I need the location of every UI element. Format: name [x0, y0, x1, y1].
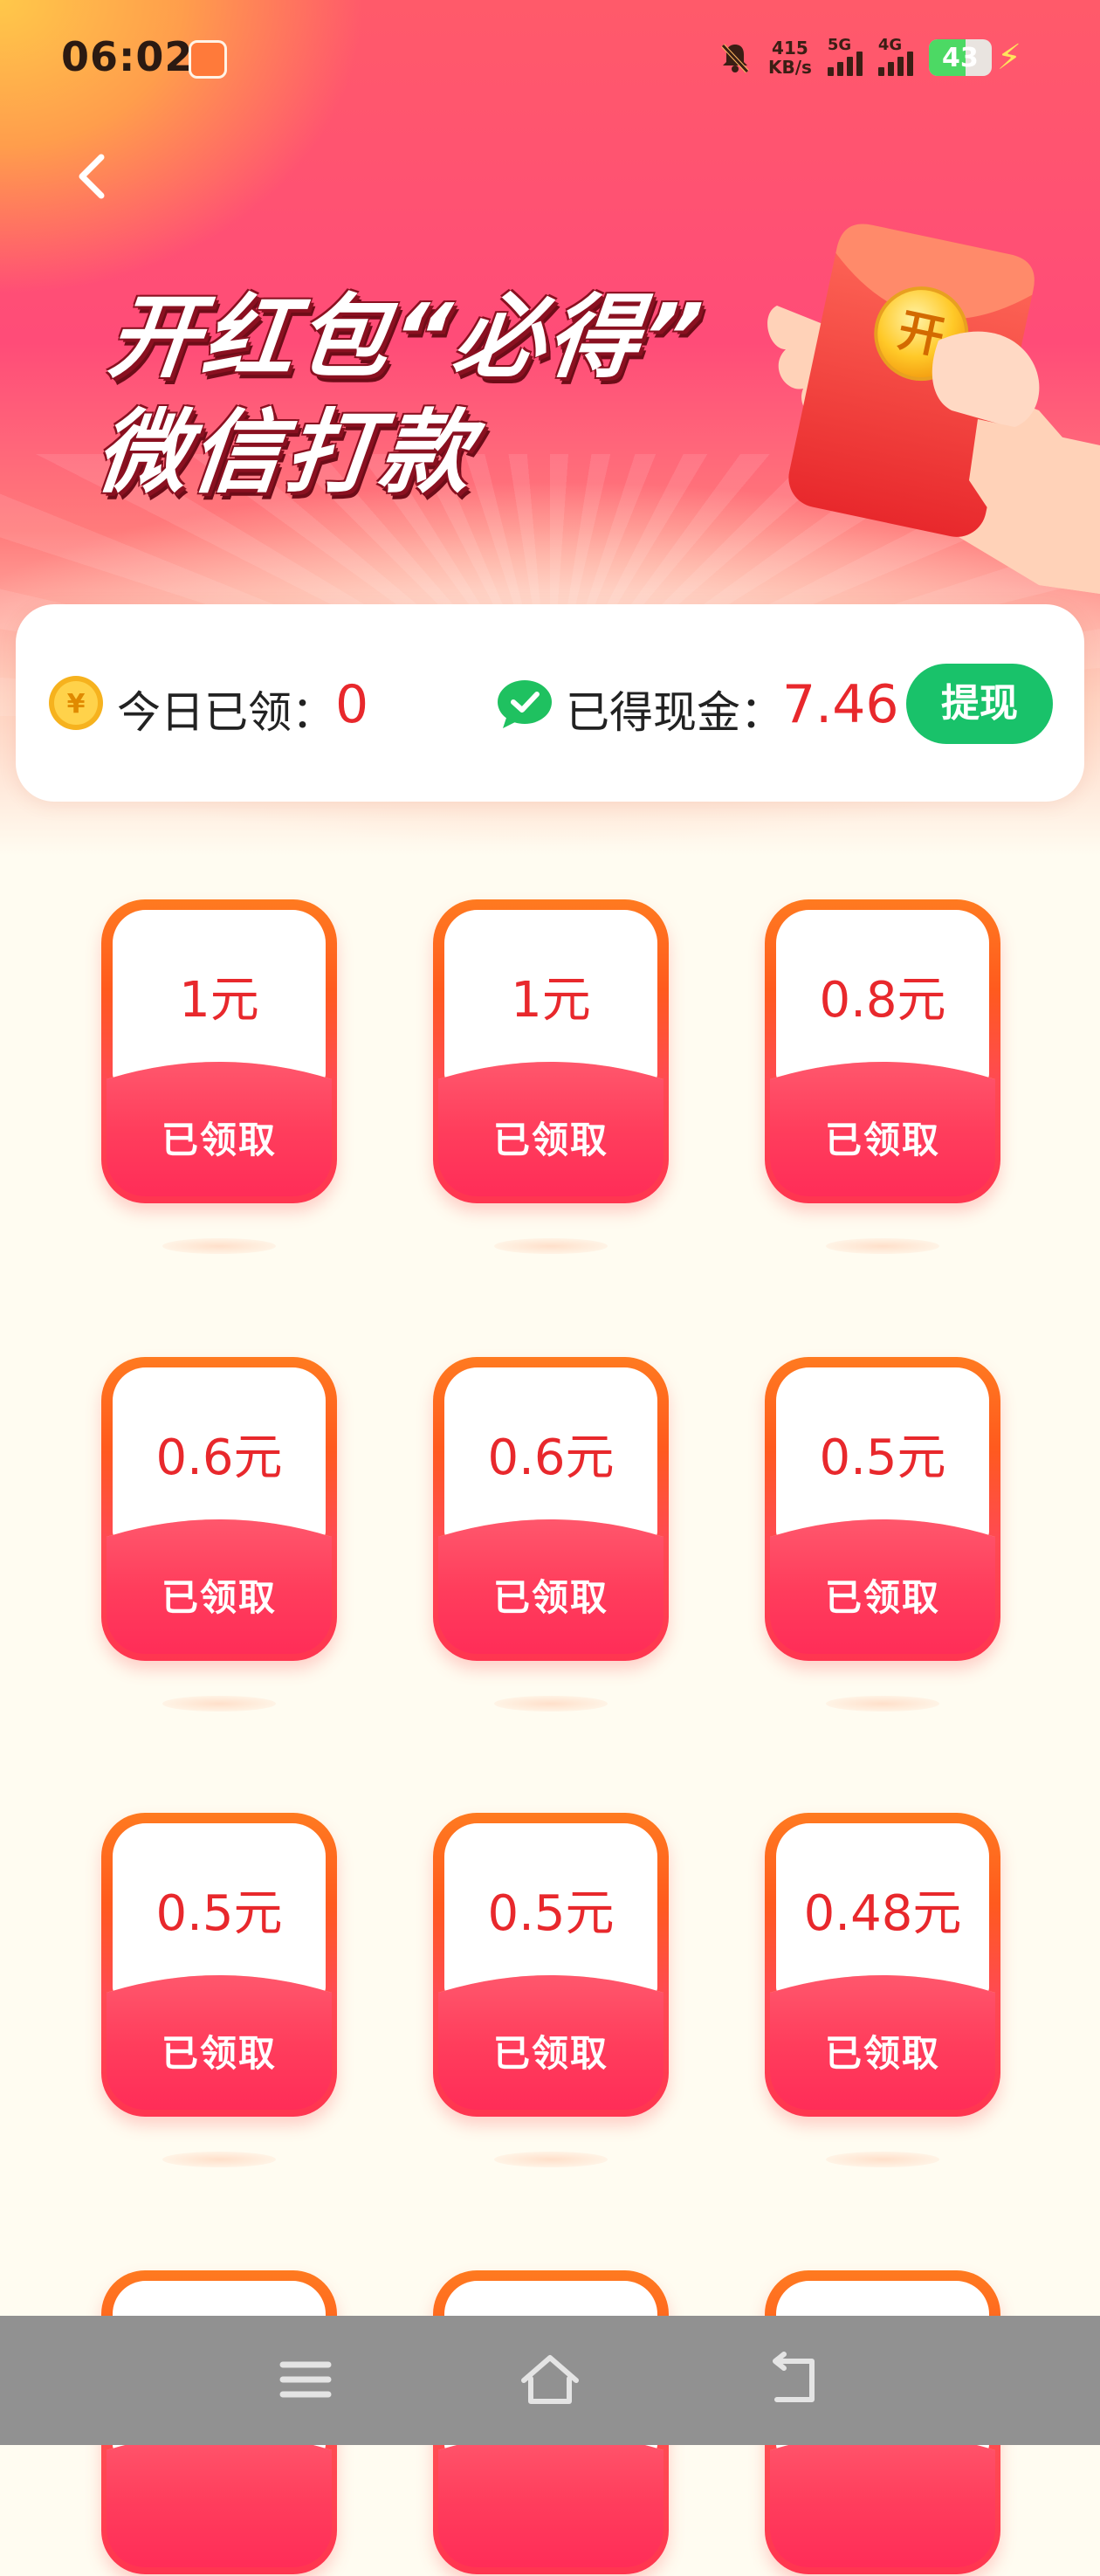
cash-earned-value: 7.46 [782, 674, 899, 735]
summary-card: ¥ 今日已领： 0 已得现金： 7.46 提现 [16, 604, 1084, 802]
envelope-amount: 0.6元 [487, 1429, 615, 1486]
envelope-amount: 1元 [179, 972, 259, 1029]
envelope-amount: 0.5元 [487, 1885, 615, 1942]
red-envelope-card[interactable]: 1元已领取 [433, 899, 669, 1254]
cash-earned-label: 已得现金： [566, 687, 784, 738]
yuan-coin-icon: ¥ [49, 676, 103, 730]
withdraw-button[interactable]: 提现 [906, 664, 1053, 744]
envelope-status: 已领取 [824, 2032, 940, 2075]
red-envelope-card[interactable]: 0.8元已领取 [765, 899, 1000, 1254]
envelope-shadow [826, 1696, 939, 1712]
today-claimed-label: 今日已领： [117, 687, 335, 738]
title-line-2: 微信打款 [91, 399, 480, 506]
status-bar: 06:02 415 KB/s 5G 4G 43 ⚡ [0, 0, 1100, 122]
envelope-amount: 0.6元 [155, 1429, 283, 1486]
red-envelope-card[interactable]: 0.48元已领取 [765, 1813, 1000, 2167]
battery-level: 43 [942, 43, 979, 73]
back-icon[interactable] [760, 2349, 829, 2410]
envelope-status: 已领取 [161, 1119, 277, 1161]
envelope-amount: 0.5元 [819, 1429, 946, 1486]
red-envelope-card[interactable]: 0.5元已领取 [101, 1813, 337, 2167]
red-envelope-card[interactable]: 0.5元已领取 [433, 1813, 669, 2167]
network-speed-value: 415 [772, 38, 808, 59]
envelope-status: 已领取 [492, 1119, 608, 1161]
envelope-shadow [162, 2152, 276, 2167]
envelope-status: 已领取 [492, 1576, 608, 1619]
envelope-shadow [494, 1696, 608, 1712]
network-speed: 415 KB/s [768, 38, 812, 77]
envelope-shadow [826, 1238, 939, 1254]
envelope-shadow [494, 2152, 608, 2167]
envelope-status: 已领取 [824, 1576, 940, 1619]
envelope-shadow [826, 2152, 939, 2167]
title-line-1: 开红包“必得” [103, 284, 711, 390]
charging-bolt-icon: ⚡ [996, 38, 1021, 78]
mute-bell-icon [721, 44, 749, 73]
svg-text:¥: ¥ [67, 689, 86, 720]
envelope-status: 已领取 [161, 1576, 277, 1619]
network-speed-unit: KB/s [767, 57, 812, 78]
signal-label-4g: 4G [877, 36, 903, 54]
signal-icon: 5G [827, 36, 863, 76]
red-envelope-card[interactable]: 0.6元已领取 [101, 1357, 337, 1712]
signal-icon: 4G [877, 36, 913, 76]
envelope-status: 已领取 [161, 2032, 277, 2075]
envelope-amount: 1元 [511, 972, 591, 1029]
back-button[interactable] [68, 150, 117, 203]
wechat-icon [498, 680, 552, 728]
system-nav-bar [0, 2316, 1100, 2445]
hand-red-envelope-illustration: 开 [767, 224, 1100, 594]
envelope-shadow [494, 1238, 608, 1254]
envelope-shadow [162, 1238, 276, 1254]
envelope-amount: 0.48元 [803, 1885, 962, 1942]
status-icons: 415 KB/s 5G 4G 43 ⚡ [718, 31, 1021, 84]
envelope-status: 已领取 [824, 1119, 940, 1161]
envelope-status: 已领取 [492, 2032, 608, 2075]
today-claimed-value: 0 [335, 674, 369, 735]
envelope-shadow [162, 1696, 276, 1712]
envelope-amount: 0.8元 [819, 972, 946, 1029]
red-envelope-card[interactable]: 1元已领取 [101, 899, 337, 1254]
red-envelope-card[interactable]: 0.6元已领取 [433, 1357, 669, 1712]
signal-label-5g: 5G [827, 36, 852, 54]
menu-icon[interactable] [271, 2349, 340, 2410]
status-time: 06:02 [61, 33, 194, 80]
home-icon[interactable] [515, 2349, 585, 2410]
envelope-amount: 0.5元 [155, 1885, 283, 1942]
page-title: 开红包“必得” 微信打款 [91, 279, 711, 510]
red-envelope-card[interactable]: 0.5元已领取 [765, 1357, 1000, 1712]
app-notification-icon [189, 40, 227, 79]
battery-icon: 43 ⚡ [928, 38, 1021, 78]
